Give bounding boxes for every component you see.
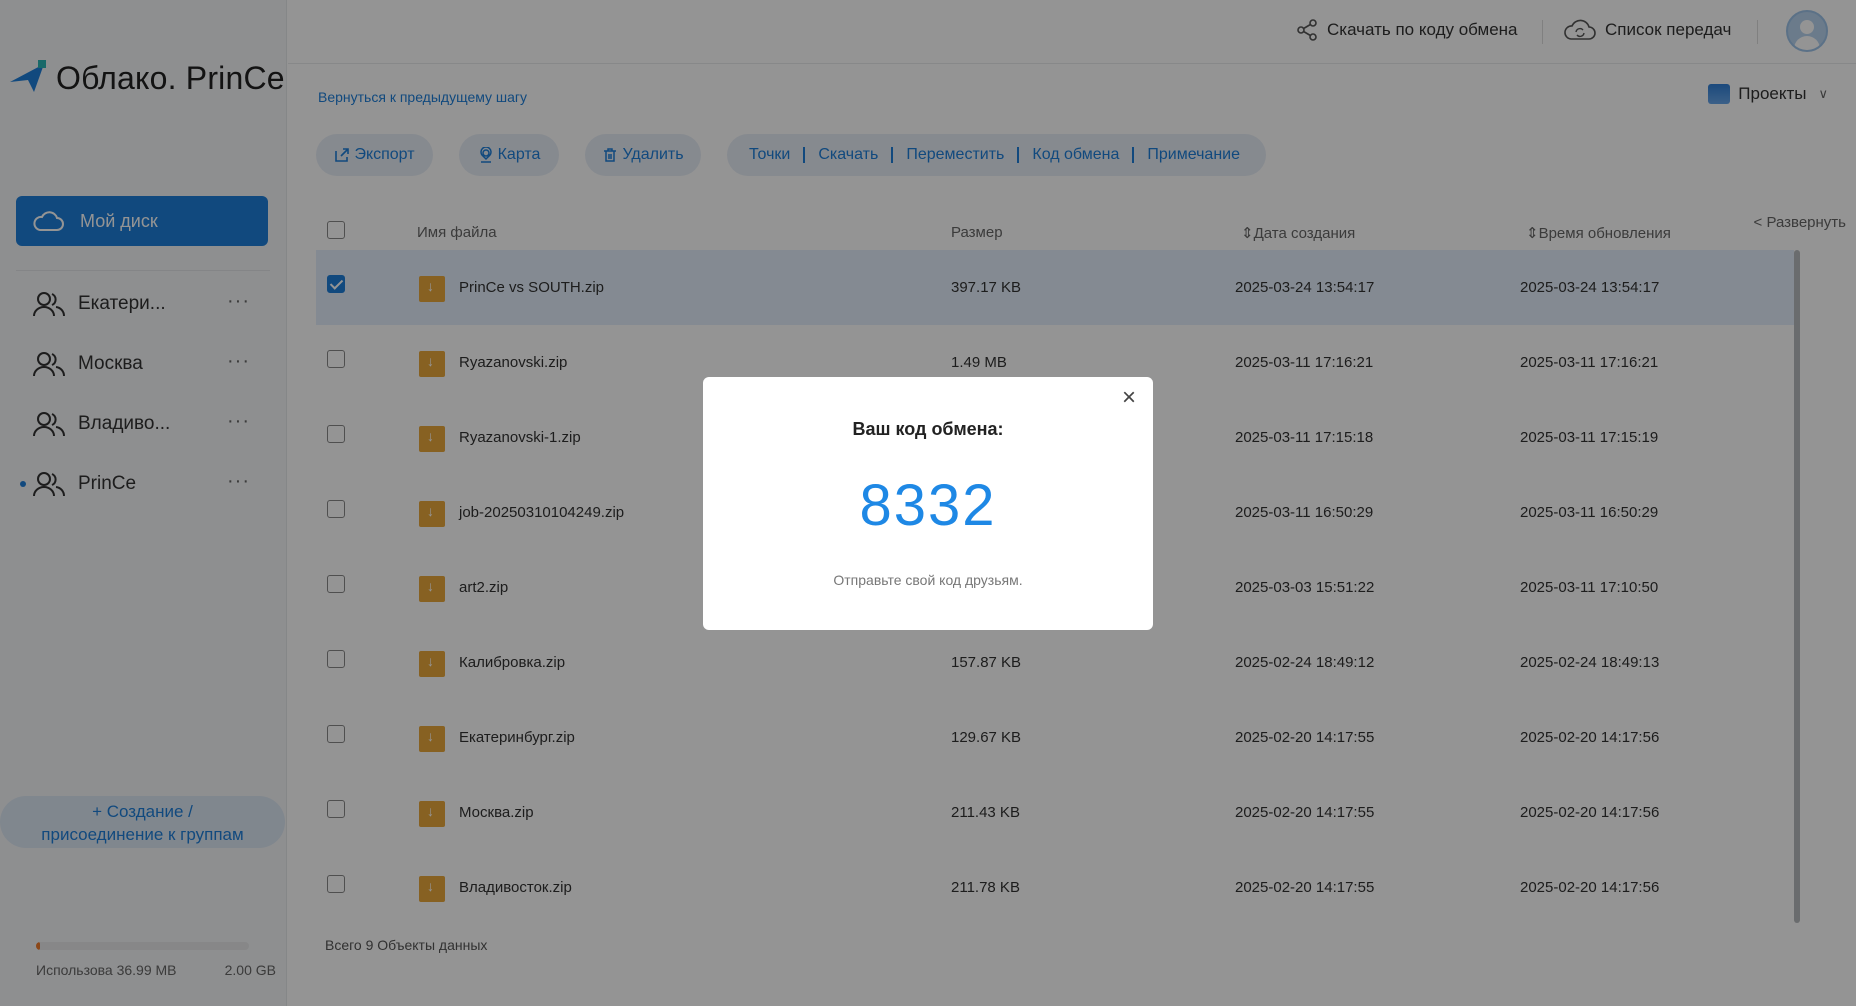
dialog-hint: Отправьте свой код друзьям.	[833, 572, 1023, 588]
dialog-title: Ваш код обмена:	[852, 419, 1004, 439]
exchange-code-dialog: × Ваш код обмена: 8332 Отправьте свой ко…	[703, 377, 1153, 630]
close-icon[interactable]: ×	[1119, 386, 1139, 410]
exchange-code-value: 8332	[859, 473, 997, 538]
